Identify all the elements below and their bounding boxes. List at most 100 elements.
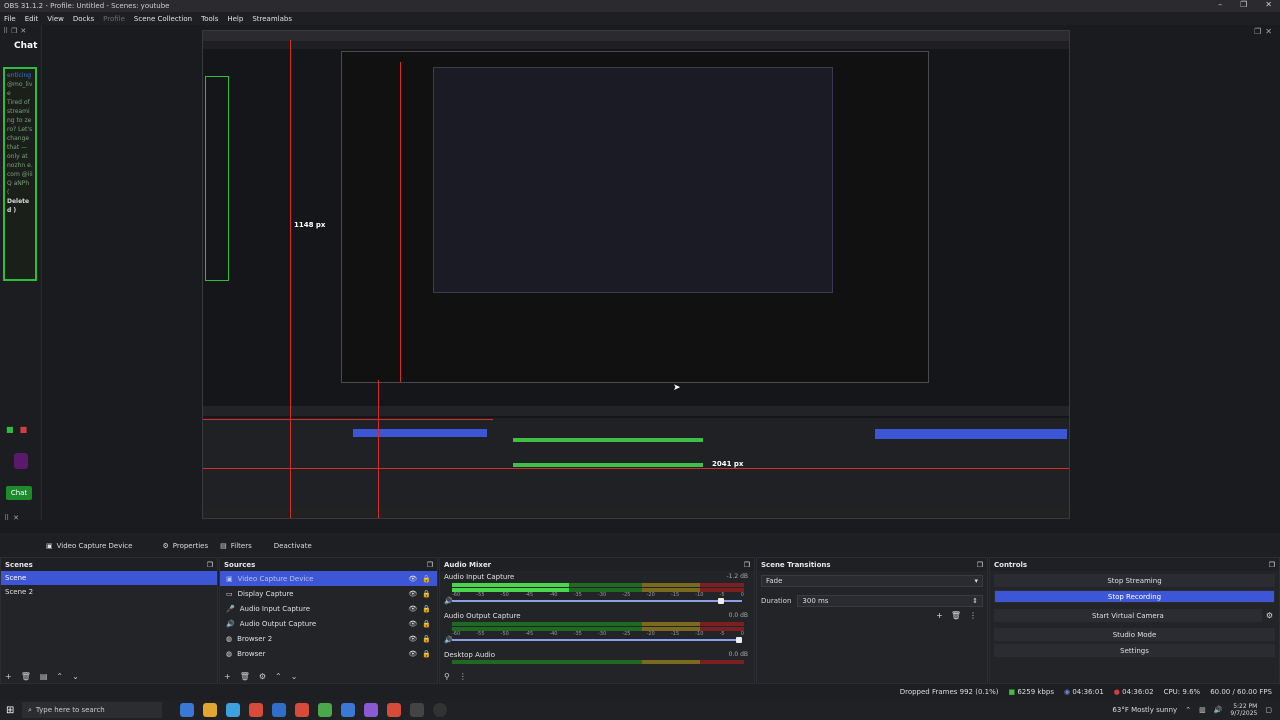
notifications-icon[interactable]: ▢ bbox=[1265, 706, 1272, 714]
eye-icon[interactable]: 👁 bbox=[408, 635, 417, 643]
taskbar-search[interactable]: ⌕ Type here to search bbox=[22, 702, 162, 718]
down-arrow-icon[interactable]: ⌄ bbox=[72, 672, 79, 681]
more-icon[interactable]: ⋮ bbox=[459, 672, 467, 681]
obs-app-icon[interactable] bbox=[433, 703, 447, 717]
minimize-button[interactable]: – bbox=[1218, 0, 1222, 9]
dock-float-icon[interactable]: ❐ bbox=[977, 561, 983, 569]
up-arrow-icon[interactable]: ⌃ bbox=[275, 672, 282, 681]
taskbar-app-icon[interactable] bbox=[249, 703, 263, 717]
volume-slider[interactable] bbox=[452, 639, 742, 641]
close-button[interactable]: ✕ bbox=[1265, 0, 1272, 9]
lock-icon[interactable]: 🔒 bbox=[422, 620, 431, 628]
add-icon[interactable]: + bbox=[5, 672, 12, 681]
dock-close-icon[interactable]: ✕ bbox=[20, 27, 26, 35]
stop-streaming-button[interactable]: Stop Streaming bbox=[994, 574, 1275, 587]
source-item[interactable]: ▣ Video Capture Device 👁 🔒 bbox=[220, 571, 437, 586]
trash-icon[interactable]: 🗑 bbox=[21, 672, 31, 681]
taskbar-app-icon[interactable] bbox=[387, 703, 401, 717]
maximize-button[interactable]: ❐ bbox=[1240, 0, 1247, 9]
lock-icon[interactable]: 🔒 bbox=[422, 590, 431, 598]
volume-icon[interactable]: 🔊 bbox=[1214, 706, 1223, 714]
chat-button[interactable]: Chat bbox=[6, 486, 32, 500]
weather[interactable]: 63°F Mostly sunny bbox=[1112, 706, 1177, 714]
taskbar-app-icon[interactable] bbox=[272, 703, 286, 717]
source-item[interactable]: ▭ Display Capture 👁 🔒 bbox=[220, 586, 437, 601]
eye-icon[interactable]: 👁 bbox=[408, 575, 417, 583]
dock-float-icon[interactable]: ❐ bbox=[1269, 561, 1275, 569]
filters-button[interactable]: ▤ Filters bbox=[220, 542, 252, 550]
dock-grip-icon[interactable]: ⠿ bbox=[4, 514, 9, 522]
dock-float-icon[interactable]: ❐ bbox=[1254, 27, 1261, 36]
taskbar-app-icon[interactable] bbox=[180, 703, 194, 717]
windows-start-icon[interactable]: ⊞ bbox=[6, 705, 14, 716]
source-item[interactable]: 🔊 Audio Output Capture 👁 🔒 bbox=[220, 616, 437, 631]
filter-icon[interactable]: ▤ bbox=[40, 672, 48, 681]
lock-icon[interactable]: 🔒 bbox=[422, 635, 431, 643]
add-icon[interactable]: + bbox=[936, 611, 943, 620]
settings-button[interactable]: Settings bbox=[994, 644, 1275, 657]
dock-close-icon[interactable]: ✕ bbox=[1265, 27, 1272, 36]
dock-float-icon[interactable]: ❐ bbox=[207, 561, 213, 569]
studio-mode-button[interactable]: Studio Mode bbox=[994, 628, 1275, 641]
network-icon[interactable]: ▥ bbox=[1199, 706, 1206, 714]
chat-messages[interactable]: enticing @mo_live Tired of streaming to … bbox=[3, 67, 37, 281]
menu-file[interactable]: File bbox=[4, 15, 16, 23]
volume-slider-knob[interactable] bbox=[736, 637, 742, 643]
menu-help[interactable]: Help bbox=[227, 15, 243, 23]
taskbar-app-icon[interactable] bbox=[341, 703, 355, 717]
dock-float-icon[interactable]: ❐ bbox=[744, 561, 750, 569]
down-arrow-icon[interactable]: ⌄ bbox=[291, 672, 298, 681]
start-virtual-camera-button[interactable]: Start Virtual Camera bbox=[994, 609, 1262, 622]
volume-slider[interactable] bbox=[452, 600, 742, 602]
transition-select[interactable]: Fade ▾ bbox=[761, 575, 983, 587]
menu-tools[interactable]: Tools bbox=[201, 15, 218, 23]
taskbar-app-icon[interactable] bbox=[364, 703, 378, 717]
properties-button[interactable]: ⚙ Properties bbox=[162, 542, 208, 550]
source-item[interactable]: ◍ Browser 2 👁 🔒 bbox=[220, 631, 437, 646]
scene-item[interactable]: Scene bbox=[1, 571, 217, 585]
menu-streamlabs[interactable]: Streamlabs bbox=[252, 15, 292, 23]
chat-red-icon[interactable]: ■ bbox=[20, 425, 28, 434]
mic-icon[interactable] bbox=[14, 453, 28, 469]
clock[interactable]: 5:22 PM 9/7/2025 bbox=[1230, 703, 1257, 717]
lock-icon[interactable]: 🔒 bbox=[422, 650, 431, 658]
taskbar-app-icon[interactable] bbox=[318, 703, 332, 717]
lock-icon[interactable]: 🔒 bbox=[422, 575, 431, 583]
scene-item[interactable]: Scene 2 bbox=[1, 585, 217, 599]
menu-profile[interactable]: Profile bbox=[103, 15, 125, 23]
taskbar-app-icon[interactable] bbox=[203, 703, 217, 717]
source-item[interactable]: 🎤 Audio Input Capture 👁 🔒 bbox=[220, 601, 437, 616]
eye-icon[interactable]: 👁 bbox=[408, 590, 417, 598]
eye-icon[interactable]: 👁 bbox=[408, 650, 417, 658]
taskbar-app-icon[interactable] bbox=[295, 703, 309, 717]
menu-view[interactable]: View bbox=[47, 15, 64, 23]
dock-grip-icon[interactable]: ⠿ bbox=[3, 27, 8, 35]
volume-slider-knob[interactable] bbox=[718, 598, 724, 604]
menu-scene-collection[interactable]: Scene Collection bbox=[134, 15, 192, 23]
stop-recording-button[interactable]: Stop Recording bbox=[994, 590, 1275, 603]
source-item[interactable]: ◍ Browser 👁 🔒 bbox=[220, 646, 437, 661]
trash-icon[interactable]: 🗑 bbox=[240, 672, 250, 681]
add-icon[interactable]: + bbox=[224, 672, 231, 681]
up-arrow-icon[interactable]: ⌃ bbox=[56, 672, 63, 681]
dock-float-icon[interactable]: ❐ bbox=[427, 561, 433, 569]
taskbar-app-icon[interactable] bbox=[226, 703, 240, 717]
link-icon[interactable]: ⚲ bbox=[444, 672, 450, 681]
eye-icon[interactable]: 👁 bbox=[408, 620, 417, 628]
trash-icon[interactable]: 🗑 bbox=[951, 611, 961, 620]
eye-icon[interactable]: 👁 bbox=[408, 605, 417, 613]
menu-docks[interactable]: Docks bbox=[73, 15, 94, 23]
transition-buttons: + 🗑 ⋮ bbox=[757, 611, 987, 620]
tray-chevron-icon[interactable]: ⌃ bbox=[1185, 706, 1191, 714]
deactivate-button[interactable]: Deactivate bbox=[274, 542, 312, 550]
lock-icon[interactable]: 🔒 bbox=[422, 605, 431, 613]
dock-float-icon[interactable]: ❐ bbox=[11, 27, 17, 35]
duration-input[interactable]: 300 ms ⇕ bbox=[797, 595, 983, 607]
gear-icon[interactable]: ⚙ bbox=[259, 672, 266, 681]
dock-close-icon[interactable]: ✕ bbox=[13, 514, 19, 522]
chat-green-icon[interactable]: ■ bbox=[6, 425, 14, 434]
taskbar-app-icon[interactable] bbox=[410, 703, 424, 717]
menu-edit[interactable]: Edit bbox=[25, 15, 39, 23]
gear-icon[interactable]: ⚙ bbox=[1266, 611, 1273, 620]
more-icon[interactable]: ⋮ bbox=[969, 611, 977, 620]
